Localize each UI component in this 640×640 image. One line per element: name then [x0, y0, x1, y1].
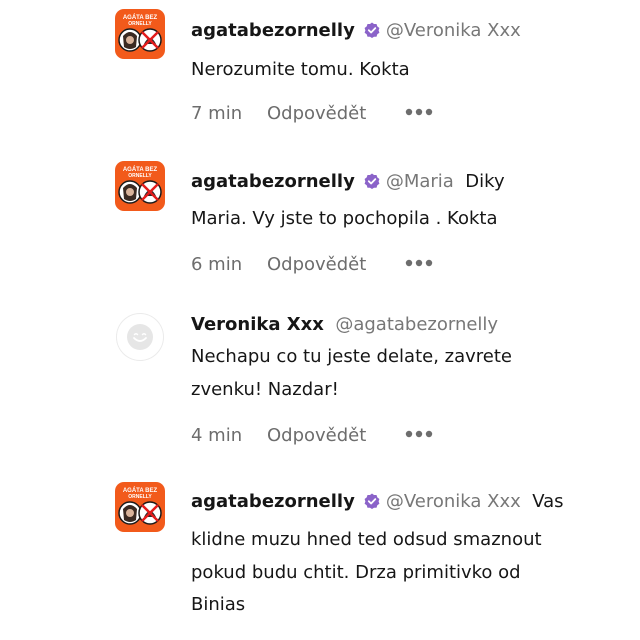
comment-header: Veronika Xxx @agatabezornelly — [191, 315, 611, 335]
comment-time: 7 min — [191, 103, 243, 124]
avatar-logo-text: AGÁTA BEZ — [123, 487, 158, 494]
verified-badge-icon — [364, 493, 380, 514]
username[interactable]: agatabezornelly — [191, 491, 355, 512]
comment-text: zvenku! Nazdar! — [191, 379, 339, 400]
username[interactable]: agatabezornelly — [191, 171, 355, 192]
comment-text: pokud budu chtit. Drza primitivko od — [191, 562, 521, 583]
verified-badge-icon — [364, 22, 380, 43]
comments-thread: AGÁTA BEZ ORNELLY agatabezornelly @Veroni… — [0, 0, 640, 640]
comment-text: Diky — [465, 171, 505, 192]
mention[interactable]: @Veronika Xxx — [386, 20, 521, 41]
comment-text: Vas — [532, 491, 564, 512]
mention[interactable]: @Maria — [386, 171, 454, 192]
reply-button[interactable]: Odpovědět — [267, 255, 405, 275]
username[interactable]: Veronika Xxx — [191, 314, 324, 335]
avatar[interactable]: AGÁTA BEZ ORNELLY — [115, 9, 165, 59]
comment-meta: 4 min Odpovědět — [191, 426, 433, 446]
comment-header: agatabezornelly @Veronika Xxx — [191, 21, 611, 43]
mention[interactable]: @Veronika Xxx — [386, 491, 521, 512]
comment-time: 6 min — [191, 254, 243, 275]
comment-text: Maria. Vy jste to pochopila . Kokta — [191, 208, 498, 229]
avatar[interactable]: AGÁTA BEZ ORNELLY — [115, 482, 165, 532]
avatar-logo-text: ORNELLY — [128, 173, 152, 179]
comment-text: Nechapu co tu jeste delate, zavrete — [191, 346, 513, 367]
comment-text: Nerozumite tomu. Kokta — [191, 59, 410, 80]
username[interactable]: agatabezornelly — [191, 20, 355, 41]
comment-time: 4 min — [191, 425, 243, 446]
avatar-logo-text: AGÁTA BEZ — [123, 166, 158, 173]
comment-text: klidne muzu hned ted odsud smaznout — [191, 529, 542, 550]
comment-meta: 7 min Odpovědět — [191, 104, 433, 124]
more-icon[interactable] — [405, 252, 433, 272]
comment-header: agatabezornelly @Maria Diky — [191, 172, 611, 194]
avatar-logo-text: AGÁTA BEZ — [123, 14, 158, 21]
comment-text: Binias — [191, 594, 246, 615]
avatar-logo-text: ORNELLY — [128, 494, 152, 500]
avatar[interactable]: AGÁTA BEZ ORNELLY — [115, 161, 165, 211]
more-icon[interactable] — [405, 101, 433, 121]
reply-button[interactable]: Odpovědět — [267, 104, 405, 124]
comment-header: agatabezornelly @Veronika Xxx Vas — [191, 492, 611, 514]
avatar[interactable] — [116, 313, 164, 361]
mention[interactable]: @agatabezornelly — [335, 314, 498, 335]
reply-button[interactable]: Odpovědět — [267, 426, 405, 446]
more-icon[interactable] — [405, 423, 433, 443]
comment-meta: 6 min Odpovědět — [191, 255, 433, 275]
verified-badge-icon — [364, 173, 380, 194]
avatar-logo-text: ORNELLY — [128, 21, 152, 27]
